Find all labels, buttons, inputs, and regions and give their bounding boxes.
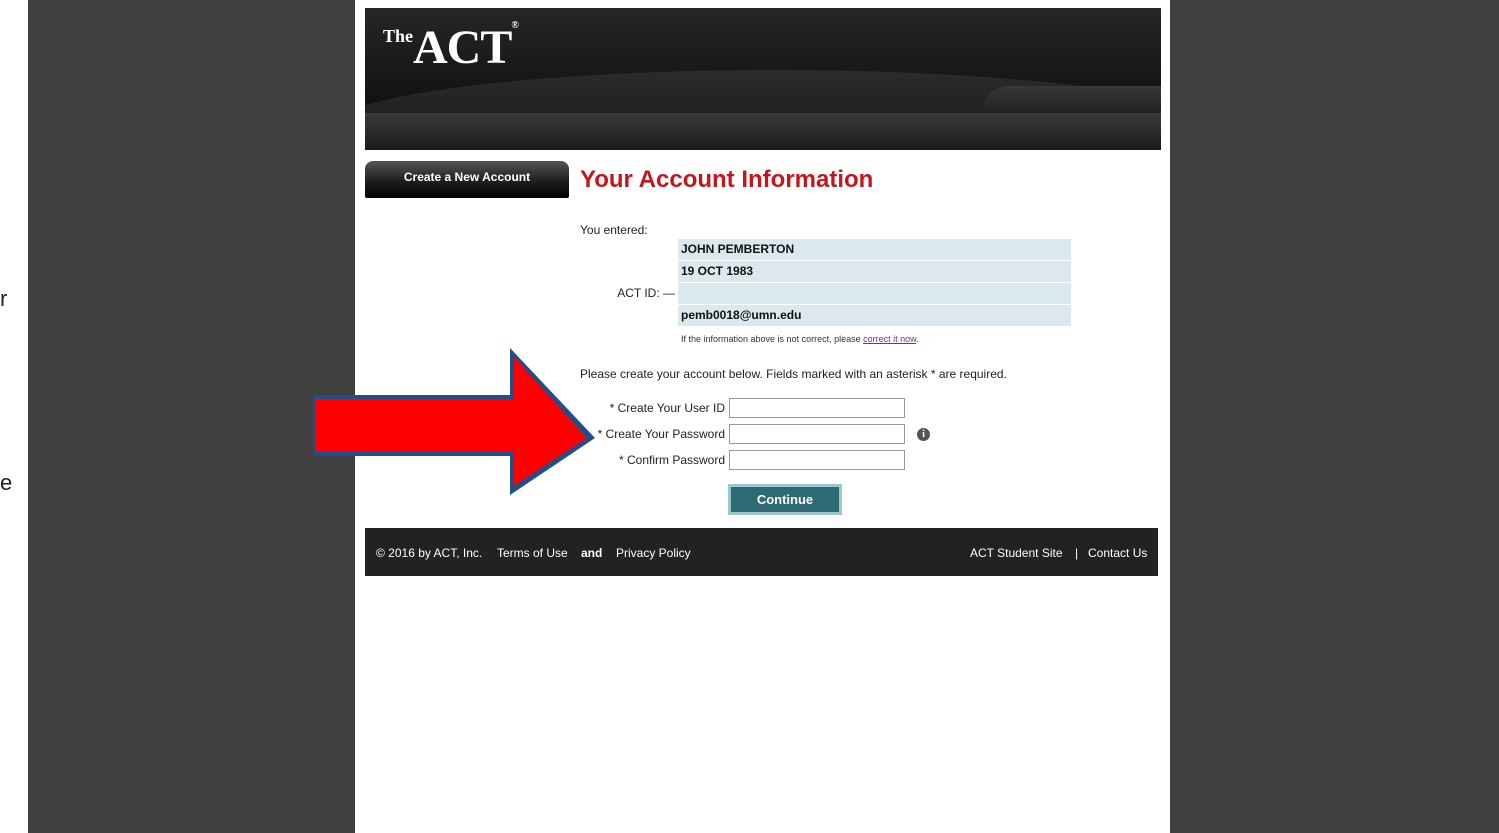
right-arrow-icon bbox=[313, 348, 595, 495]
correction-note: If the information above is not correct,… bbox=[681, 334, 919, 344]
info-name: JOHN PEMBERTON bbox=[678, 239, 1071, 260]
act-student-site-link[interactable]: ACT Student Site bbox=[970, 546, 1063, 560]
correction-text: If the information above is not correct,… bbox=[681, 334, 861, 344]
user-id-input[interactable] bbox=[729, 398, 905, 418]
site-footer: © 2016 by ACT, Inc. Terms of Use and Pri… bbox=[365, 528, 1158, 576]
info-dob: 19 OCT 1983 bbox=[678, 261, 1071, 282]
footer-and: and bbox=[581, 546, 603, 560]
contact-us-link[interactable]: Contact Us bbox=[1088, 546, 1147, 560]
page-title: Your Account Information bbox=[580, 166, 874, 193]
terms-of-use-link[interactable]: Terms of Use bbox=[497, 546, 568, 560]
privacy-policy-link[interactable]: Privacy Policy bbox=[616, 546, 691, 560]
correct-it-now-link[interactable]: correct it now bbox=[863, 334, 916, 344]
header-accent bbox=[981, 86, 1161, 114]
confirm-password-input[interactable] bbox=[729, 450, 905, 470]
logo-registered-mark: ® bbox=[511, 20, 519, 31]
confirm-password-row: * Confirm Password bbox=[557, 450, 1117, 472]
info-icon[interactable]: i bbox=[917, 428, 930, 441]
password-input[interactable] bbox=[729, 424, 905, 444]
footer-copyright: © 2016 by ACT, Inc. bbox=[376, 546, 483, 560]
logo-the: The bbox=[383, 26, 414, 46]
continue-button[interactable]: Continue bbox=[731, 487, 839, 512]
continue-button-frame: Continue bbox=[728, 484, 842, 515]
info-email: pemb0018@umn.edu bbox=[678, 305, 1071, 326]
act-id-label: ACT ID: — bbox=[617, 286, 675, 300]
slide-right-panel bbox=[1170, 0, 1499, 833]
site-header: TheACT® bbox=[365, 8, 1161, 150]
form-instructions: Please create your account below. Fields… bbox=[580, 367, 1007, 381]
create-account-tab[interactable]: Create a New Account bbox=[365, 161, 569, 198]
you-entered-label: You entered: bbox=[580, 223, 648, 237]
entered-info-table: JOHN PEMBERTON 19 OCT 1983 pemb0018@umn.… bbox=[678, 239, 1071, 327]
footer-separator: | bbox=[1075, 546, 1079, 560]
user-id-row: * Create Your User ID bbox=[557, 398, 1117, 420]
logo-act: ACT bbox=[413, 21, 512, 74]
password-row: * Create Your Password i bbox=[557, 424, 1117, 446]
info-act-id bbox=[678, 283, 1071, 304]
slide-text-fragment: r bbox=[0, 286, 8, 311]
header-band bbox=[365, 113, 1161, 150]
correction-period: . bbox=[916, 334, 919, 344]
act-logo[interactable]: TheACT® bbox=[383, 20, 519, 75]
